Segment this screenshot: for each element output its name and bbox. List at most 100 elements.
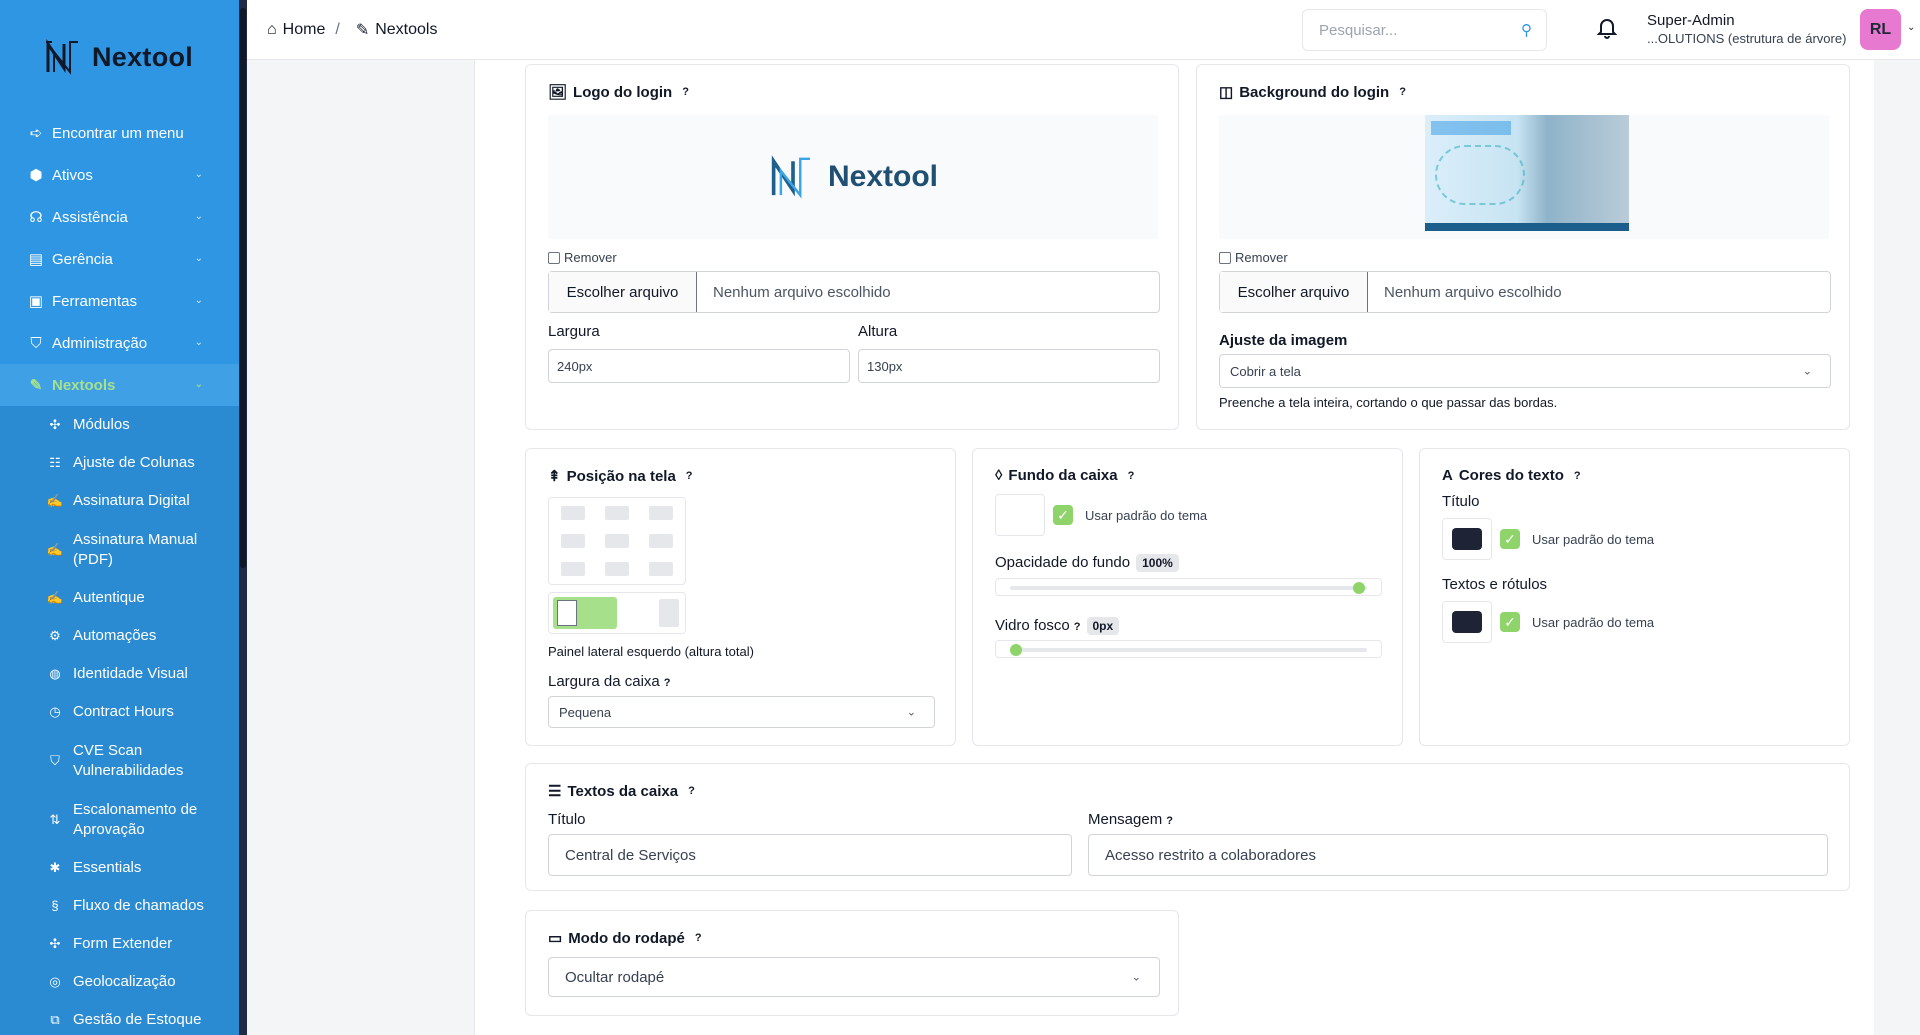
- chevron-down-icon[interactable]: ⌄: [1907, 22, 1915, 33]
- sidebar-item-ferramentas[interactable]: ▣ Ferramentas ⌄: [0, 280, 239, 322]
- checkbox[interactable]: [548, 251, 560, 264]
- image-fit-select[interactable]: Cobrir a tela ⌄: [1219, 354, 1831, 388]
- search-input[interactable]: Pesquisar... ⚲: [1302, 9, 1547, 51]
- help-icon[interactable]: ?: [682, 86, 689, 98]
- position-grid[interactable]: [548, 497, 686, 585]
- choose-file-button[interactable]: Escolher arquivo: [549, 272, 697, 312]
- sidebar-subitem-assinatura-manual[interactable]: ✍ Assinatura Manual (PDF): [0, 520, 239, 579]
- card-title: ▭ Modo do rodapé?: [548, 929, 702, 948]
- sidebar-subitem-fluxo-chamados[interactable]: § Fluxo de chamados: [0, 887, 239, 925]
- sidebar-subitem-escalonamento[interactable]: ⇅ Escalonamento de Aprovação: [0, 790, 239, 849]
- help-icon[interactable]: ?: [1399, 86, 1406, 98]
- help-icon[interactable]: ?: [1074, 621, 1081, 633]
- sidebar-subitem-geolocalizacao[interactable]: ◎ Geolocalização: [0, 963, 239, 1001]
- help-icon[interactable]: ?: [695, 932, 702, 944]
- title-use-theme-checkbox[interactable]: ✓: [1500, 529, 1520, 549]
- slider-knob[interactable]: [1353, 582, 1365, 594]
- sidebar-subitem-form-extender[interactable]: ✣ Form Extender: [0, 925, 239, 963]
- width-input[interactable]: 240px: [548, 349, 850, 383]
- help-icon[interactable]: ?: [664, 677, 671, 689]
- sidebar-subitem-label: Essentials: [73, 859, 142, 876]
- scrollbar-thumb[interactable]: [240, 8, 246, 568]
- sidebar-subitem-label: Form Extender: [73, 935, 173, 952]
- sidebar-subitem-cve-scan[interactable]: ⛉ CVE Scan Vulnerabilidades: [0, 731, 239, 790]
- footer-mode-card: ▭ Modo do rodapé? Ocultar rodapé ⌄: [525, 910, 1179, 1016]
- user-info[interactable]: Super-Admin ...OLUTIONS (estrutura de ár…: [1647, 12, 1846, 46]
- background-color-swatch[interactable]: [995, 494, 1045, 536]
- position-cell[interactable]: [605, 506, 629, 520]
- checkbox-label: Remover: [564, 250, 617, 265]
- footer-mode-select[interactable]: Ocultar rodapé ⌄: [548, 957, 1160, 997]
- search-icon[interactable]: ⚲: [1521, 21, 1532, 39]
- droplet-icon: ◊: [995, 467, 1003, 484]
- position-cell[interactable]: [605, 562, 629, 576]
- remove-logo-checkbox[interactable]: Remover: [548, 250, 617, 265]
- position-cell[interactable]: [649, 562, 673, 576]
- background-card: ◫ Background do login? Remover Escolher a…: [1196, 64, 1850, 430]
- left-panel-option[interactable]: [553, 597, 617, 629]
- help-icon[interactable]: ?: [1166, 815, 1173, 827]
- breadcrumb-home[interactable]: Home: [283, 21, 326, 39]
- use-theme-checkbox[interactable]: ✓: [1053, 505, 1073, 525]
- height-input[interactable]: 130px: [858, 349, 1160, 383]
- help-icon[interactable]: ?: [1574, 470, 1581, 482]
- sidebar-item-gerencia[interactable]: ▤ Gerência ⌄: [0, 238, 239, 280]
- location-icon: ◎: [49, 974, 61, 989]
- image-fit-hint: Preenche a tela inteira, cortando o que …: [1219, 395, 1558, 410]
- sidebar-item-assistencia[interactable]: ☊ Assistência ⌄: [0, 196, 239, 238]
- message-input[interactable]: Acesso restrito a colaboradores: [1088, 834, 1828, 876]
- labels-use-theme-checkbox[interactable]: ✓: [1500, 612, 1520, 632]
- box-title-label: Título: [548, 811, 586, 828]
- sidebar-subitem-label: Gestão de Estoque: [73, 1011, 202, 1028]
- position-cell[interactable]: [605, 534, 629, 548]
- opacity-slider[interactable]: [995, 578, 1382, 596]
- bug-icon: ✱: [49, 860, 61, 875]
- title-color-swatch[interactable]: [1442, 518, 1492, 560]
- slider-knob[interactable]: [1010, 644, 1022, 656]
- sidebar-subitem-identidade-visual[interactable]: ◍ Identidade Visual: [0, 655, 239, 693]
- sidebar-subitem-label: Fluxo de chamados: [73, 897, 204, 914]
- sidebar-item-label: Encontrar um menu: [52, 124, 184, 142]
- sidebar-item-find-menu[interactable]: ➪ Encontrar um menu: [0, 112, 239, 154]
- breadcrumb-current[interactable]: Nextools: [375, 21, 437, 39]
- position-cell[interactable]: [561, 534, 585, 548]
- avatar[interactable]: RL: [1860, 9, 1901, 50]
- blur-slider[interactable]: [995, 640, 1382, 658]
- bell-icon[interactable]: [1596, 17, 1618, 44]
- breadcrumb: ⌂ Home / ✎ Nextools: [267, 20, 437, 40]
- signature-icon: ✍: [46, 541, 64, 557]
- card-title: ◫ Background do login?: [1219, 83, 1406, 102]
- checkbox[interactable]: [1219, 251, 1231, 264]
- sidebar-scrollbar[interactable]: [239, 0, 247, 1035]
- sidebar-subitem-assinatura-digital[interactable]: ✍ Assinatura Digital: [0, 482, 239, 520]
- sidebar-subitem-modulos[interactable]: ✣ Módulos: [0, 406, 239, 444]
- route-icon: §: [51, 898, 59, 913]
- help-icon[interactable]: ?: [1128, 470, 1135, 482]
- columns-icon: ☷: [49, 455, 61, 470]
- background-file-input[interactable]: Escolher arquivo Nenhum arquivo escolhid…: [1219, 271, 1831, 313]
- right-panel-option[interactable]: [659, 599, 679, 627]
- sidebar-item-administracao[interactable]: ⛉ Administração ⌄: [0, 322, 239, 364]
- position-cell[interactable]: [561, 506, 585, 520]
- box-width-select[interactable]: Pequena ⌄: [548, 696, 935, 728]
- position-cell[interactable]: [561, 562, 585, 576]
- brand-logo[interactable]: Nextool: [44, 38, 193, 76]
- logo-file-input[interactable]: Escolher arquivo Nenhum arquivo escolhid…: [548, 271, 1160, 313]
- sidebar-subitem-automacoes[interactable]: ⚙ Automações: [0, 617, 239, 655]
- labels-color-swatch[interactable]: [1442, 601, 1492, 643]
- sidebar-subitem-gestao-estoque[interactable]: ⧉ Gestão de Estoque: [0, 1001, 239, 1035]
- sidebar-subitem-autentique[interactable]: ✍ Autentique: [0, 579, 239, 617]
- chevron-down-icon: ⌄: [906, 706, 916, 719]
- sidebar-item-nextools[interactable]: ✎ Nextools ⌄: [0, 364, 239, 406]
- position-cell[interactable]: [649, 506, 673, 520]
- sidebar-subitem-essentials[interactable]: ✱ Essentials: [0, 849, 239, 887]
- sidebar-subitem-contract-hours[interactable]: ◷ Contract Hours: [0, 693, 239, 731]
- help-icon[interactable]: ?: [686, 470, 693, 482]
- position-cell[interactable]: [649, 534, 673, 548]
- remove-background-checkbox[interactable]: Remover: [1219, 250, 1288, 265]
- sidebar-item-ativos[interactable]: ⬢ Ativos ⌄: [0, 154, 239, 196]
- help-icon[interactable]: ?: [688, 785, 695, 797]
- sidebar-subitem-ajuste-colunas[interactable]: ☷ Ajuste de Colunas: [0, 444, 239, 482]
- choose-file-button[interactable]: Escolher arquivo: [1220, 272, 1368, 312]
- box-title-input[interactable]: Central de Serviços: [548, 834, 1072, 876]
